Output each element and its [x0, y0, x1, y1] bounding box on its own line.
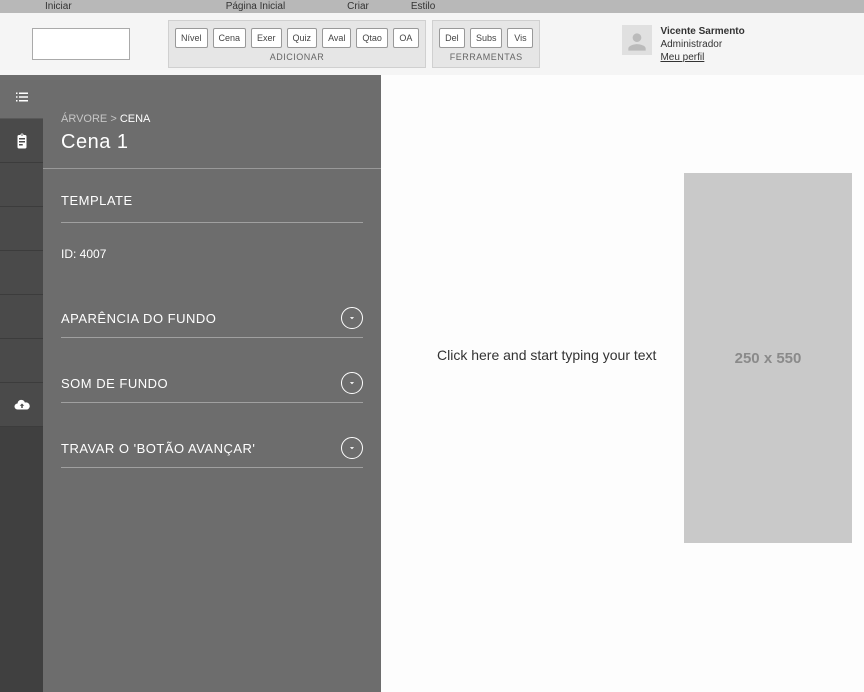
user-icon — [624, 29, 650, 55]
template-id: ID: 4007 — [43, 223, 381, 273]
tool-cena[interactable]: Cena — [213, 28, 247, 48]
canvas: Click here and start typing your text 25… — [381, 75, 864, 692]
rail-tree[interactable] — [0, 75, 43, 119]
list-icon — [13, 88, 31, 106]
user-name: Vicente Sarmento — [660, 25, 744, 38]
logo-placeholder — [32, 28, 130, 60]
page-title: Cena 1 — [43, 129, 381, 169]
accordion-som[interactable]: SOM DE FUNDO — [43, 338, 381, 402]
tool-quiz[interactable]: Quiz — [287, 28, 318, 48]
toolbar-group-ferramentas: Del Subs Vis FERRAMENTAS — [432, 20, 541, 68]
menubar: Iniciar Página Inicial Criar Estilo — [0, 0, 864, 13]
avatar — [622, 25, 652, 55]
icon-rail — [0, 75, 43, 692]
main: ÁRVORE > CENA Cena 1 TEMPLATE ID: 4007 A… — [0, 75, 864, 692]
breadcrumb: ÁRVORE > CENA — [43, 75, 381, 129]
tool-exer[interactable]: Exer — [251, 28, 282, 48]
rail-clipboard[interactable] — [0, 119, 43, 163]
clipboard-icon — [13, 132, 31, 150]
user-profile-link[interactable]: Meu perfil — [660, 51, 744, 64]
breadcrumb-current: CENA — [120, 113, 151, 125]
cloud-upload-icon — [13, 396, 31, 414]
user-role: Administrador — [660, 38, 744, 51]
section-template-label: TEMPLATE — [61, 193, 363, 208]
menu-pagina-inicial[interactable]: Página Inicial — [218, 1, 293, 12]
toolbar-group-adicionar: Nível Cena Exer Quiz Aval Qtao OA ADICIO… — [168, 20, 426, 68]
chevron-down-icon[interactable] — [341, 307, 363, 329]
tool-del[interactable]: Del — [439, 28, 465, 48]
tool-oa[interactable]: OA — [393, 28, 419, 48]
user-area: Vicente Sarmento Administrador Meu perfi… — [622, 25, 744, 64]
chevron-down-icon[interactable] — [341, 437, 363, 459]
tool-aval[interactable]: Aval — [322, 28, 351, 48]
breadcrumb-root[interactable]: ÁRVORE — [61, 113, 107, 125]
properties-panel: ÁRVORE > CENA Cena 1 TEMPLATE ID: 4007 A… — [43, 75, 381, 692]
tool-nivel[interactable]: Nível — [175, 28, 208, 48]
accordion-travar[interactable]: TRAVAR O 'BOTÃO AVANÇAR' — [43, 403, 381, 467]
accordion-travar-label: TRAVAR O 'BOTÃO AVANÇAR' — [61, 441, 255, 456]
header: Nível Cena Exer Quiz Aval Qtao OA ADICIO… — [0, 13, 864, 75]
rail-upload[interactable] — [0, 383, 43, 427]
rail-slot-6[interactable] — [0, 295, 43, 339]
accordion-aparencia[interactable]: APARÊNCIA DO FUNDO — [43, 273, 381, 337]
tool-subs[interactable]: Subs — [470, 28, 503, 48]
toolbar-label-ferramentas: FERRAMENTAS — [450, 52, 523, 62]
image-placeholder[interactable]: 250 x 550 — [684, 173, 852, 543]
rail-slot-7[interactable] — [0, 339, 43, 383]
menu-estilo[interactable]: Estilo — [403, 1, 443, 12]
text-placeholder[interactable]: Click here and start typing your text — [437, 347, 656, 363]
rail-bottom — [0, 427, 43, 692]
menu-criar[interactable]: Criar — [339, 1, 377, 12]
rail-slot-4[interactable] — [0, 207, 43, 251]
tool-qtao[interactable]: Qtao — [356, 28, 388, 48]
chevron-down-icon[interactable] — [341, 372, 363, 394]
rail-slot-3[interactable] — [0, 163, 43, 207]
accordion-aparencia-label: APARÊNCIA DO FUNDO — [61, 311, 216, 326]
rail-slot-5[interactable] — [0, 251, 43, 295]
menu-iniciar[interactable]: Iniciar — [37, 1, 80, 12]
accordion-som-label: SOM DE FUNDO — [61, 376, 168, 391]
tool-vis[interactable]: Vis — [507, 28, 533, 48]
toolbar-label-adicionar: ADICIONAR — [270, 52, 325, 62]
